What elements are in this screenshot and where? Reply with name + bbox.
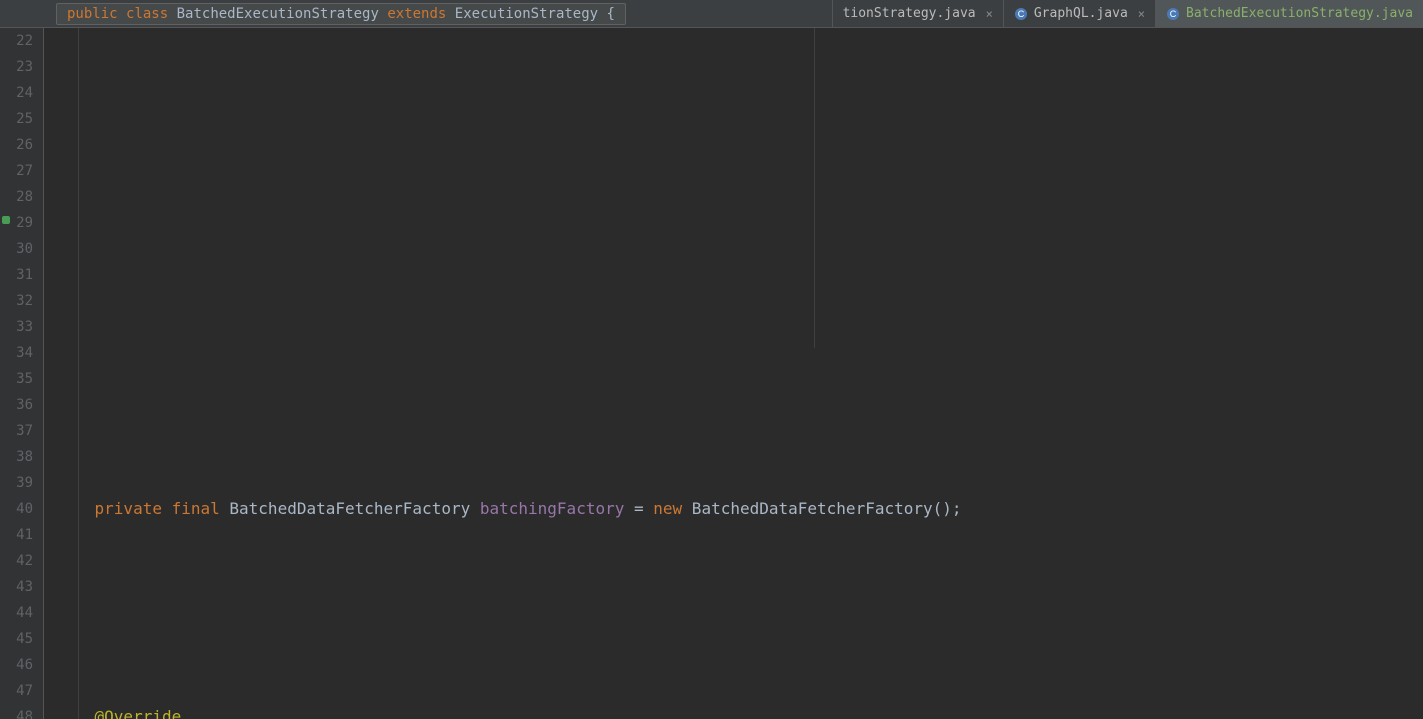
breadcrumb-extends: extends [387,6,446,22]
line-number[interactable]: 39 [0,470,33,496]
editor-body: 22 23 24 25 26 27 28 29 30 31 32 33 34 3… [0,28,1423,719]
line-number[interactable]: 28 [0,184,33,210]
line-number[interactable]: 48 [0,704,33,719]
line-number[interactable]: 45 [0,626,33,652]
override-gutter-icon[interactable] [2,216,10,224]
tab-execution-strategy[interactable]: tionStrategy.java × [832,0,1003,27]
code-line: @Override [56,704,1423,719]
line-number[interactable]: 36 [0,392,33,418]
indent-guide [814,28,815,348]
line-number[interactable]: 27 [0,158,33,184]
gutter[interactable]: 22 23 24 25 26 27 28 29 30 31 32 33 34 3… [0,28,44,719]
code-line [56,236,1423,262]
breadcrumb-kw: public [67,6,118,22]
close-icon[interactable]: × [986,7,993,21]
tab-label: BatchedExecutionStrategy.java [1186,6,1413,21]
line-number[interactable]: 25 [0,106,33,132]
line-number[interactable]: 43 [0,574,33,600]
breadcrumb-super: ExecutionStrategy [455,6,598,22]
tab-label: GraphQL.java [1034,6,1128,21]
line-number[interactable]: 38 [0,444,33,470]
line-number[interactable]: 26 [0,132,33,158]
code-line [56,600,1423,626]
line-number[interactable]: 37 [0,418,33,444]
line-number[interactable]: 47 [0,678,33,704]
tab-label: tionStrategy.java [843,6,976,21]
line-number[interactable]: 41 [0,522,33,548]
line-number[interactable]: 40 [0,496,33,522]
line-number[interactable]: 32 [0,288,33,314]
svg-text:C: C [1018,9,1025,19]
breadcrumb[interactable]: public class BatchedExecutionStrategy ex… [56,3,626,25]
class-icon: C [1014,7,1028,21]
line-number[interactable]: 30 [0,236,33,262]
line-number[interactable]: 24 [0,80,33,106]
code-line [56,314,1423,340]
line-number[interactable]: 33 [0,314,33,340]
override-annotation: @Override [95,707,182,719]
line-number[interactable]: 31 [0,262,33,288]
close-icon[interactable]: × [1138,7,1145,21]
tab-graphql[interactable]: C GraphQL.java × [1003,0,1155,27]
line-number[interactable]: 34 [0,340,33,366]
tabs-right: tionStrategy.java × C GraphQL.java × C B… [832,0,1423,27]
tabs-bar: public class BatchedExecutionStrategy ex… [0,0,1423,28]
code-area[interactable]: private final BatchedDataFetcherFactory … [44,28,1423,719]
tab-batched-execution-strategy[interactable]: C BatchedExecutionStrategy.java [1155,0,1423,27]
editor-container: public class BatchedExecutionStrategy ex… [0,0,1423,719]
line-number[interactable]: 23 [0,54,33,80]
line-number[interactable]: 44 [0,600,33,626]
line-number[interactable]: 42 [0,548,33,574]
line-number[interactable]: 35 [0,366,33,392]
code-line: private final BatchedDataFetcherFactory … [56,496,1423,522]
svg-text:C: C [1170,9,1177,19]
code-line [56,392,1423,418]
line-number[interactable]: 46 [0,652,33,678]
line-number[interactable]: 22 [0,28,33,54]
code-line [56,158,1423,184]
class-icon: C [1166,7,1180,21]
